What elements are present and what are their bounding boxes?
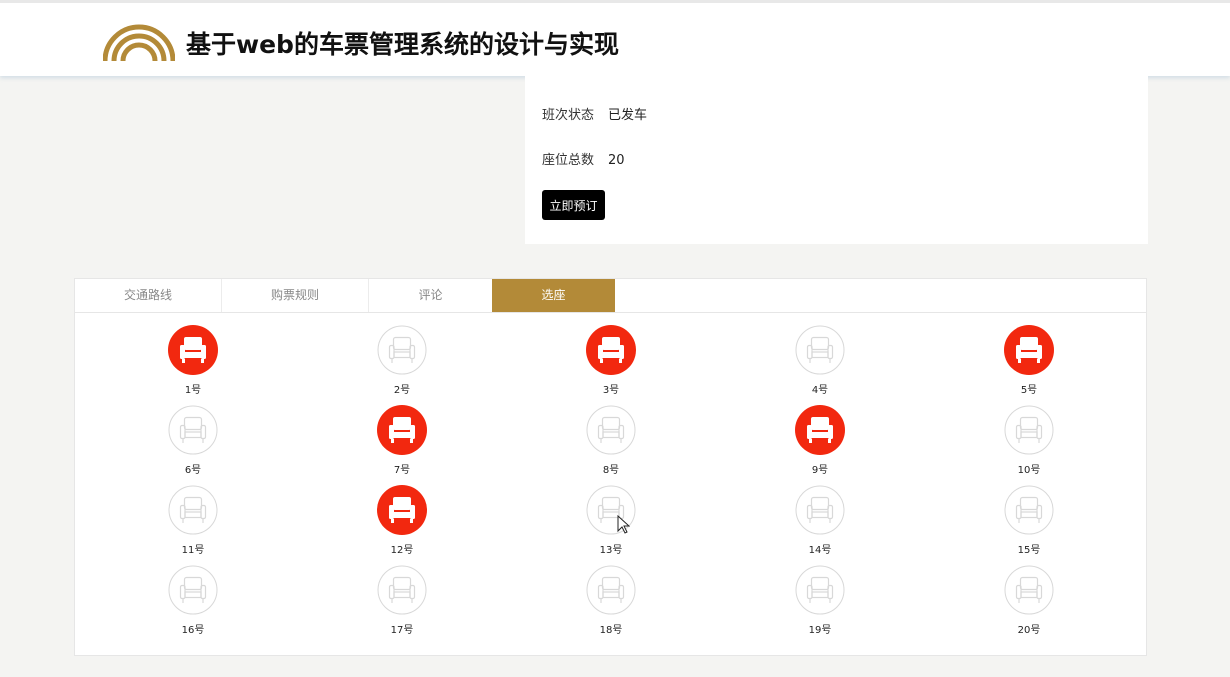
seat-11[interactable]: 11号 <box>153 485 233 561</box>
seat-10[interactable]: 10号 <box>989 405 1069 481</box>
seat-20[interactable]: 20号 <box>989 565 1069 641</box>
seat-1[interactable]: 1号 <box>153 325 233 401</box>
site-header: 基于web的车票管理系统的设计与实现 <box>0 0 1230 76</box>
seat-available-icon <box>1004 485 1054 535</box>
seat-13[interactable]: 13号 <box>571 485 651 561</box>
seat-label: 2号 <box>393 385 411 396</box>
seat-available-icon <box>795 565 845 615</box>
seat-label: 8号 <box>602 465 620 476</box>
seat-label: 12号 <box>390 545 414 556</box>
seat-available-icon <box>795 325 845 375</box>
seat-12[interactable]: 12号 <box>362 485 442 561</box>
seat-taken-icon <box>168 325 218 375</box>
seat-8[interactable]: 8号 <box>571 405 651 481</box>
seat-available-icon <box>377 565 427 615</box>
seat-19[interactable]: 19号 <box>780 565 860 641</box>
seat-taken-icon <box>377 485 427 535</box>
mouse-cursor-icon <box>617 515 630 534</box>
seat-label: 14号 <box>808 545 832 556</box>
seat-label: 5号 <box>1020 385 1038 396</box>
seat-taken-icon <box>586 325 636 375</box>
seat-label: 10号 <box>1017 465 1041 476</box>
seat-6[interactable]: 6号 <box>153 405 233 481</box>
seat-taken-icon <box>795 405 845 455</box>
logo-icon <box>103 24 175 61</box>
seat-label: 1号 <box>184 385 202 396</box>
seat-label: 4号 <box>811 385 829 396</box>
seat-4[interactable]: 4号 <box>780 325 860 401</box>
trip-status-value: 已发车 <box>608 108 648 123</box>
seat-label: 7号 <box>393 465 411 476</box>
seat-label: 3号 <box>602 385 620 396</box>
seat-label: 17号 <box>390 625 414 636</box>
seat-available-icon <box>1004 565 1054 615</box>
trip-status-row: 班次状态 已发车 <box>542 104 647 123</box>
seat-available-icon <box>377 325 427 375</box>
seat-5[interactable]: 5号 <box>989 325 1069 401</box>
detail-tabs-panel: 交通路线 购票规则 评论 选座 1号 2号 3号 4号 5号 6号 7号 8号 9号 10号 11号… <box>74 278 1147 656</box>
seat-15[interactable]: 15号 <box>989 485 1069 561</box>
tab-seat-selection[interactable]: 选座 <box>492 279 615 312</box>
seat-taken-icon <box>1004 325 1054 375</box>
seat-label: 6号 <box>184 465 202 476</box>
seat-18[interactable]: 18号 <box>571 565 651 641</box>
seat-available-icon <box>168 565 218 615</box>
seat-available-icon <box>586 565 636 615</box>
seat-available-icon <box>168 485 218 535</box>
seat-available-icon <box>168 405 218 455</box>
seat-available-icon <box>1004 405 1054 455</box>
seat-label: 20号 <box>1017 625 1041 636</box>
seat-taken-icon <box>377 405 427 455</box>
seat-17[interactable]: 17号 <box>362 565 442 641</box>
seat-available-icon <box>795 485 845 535</box>
seat-available-icon <box>586 405 636 455</box>
tab-rules[interactable]: 购票规则 <box>222 279 369 312</box>
seat-9[interactable]: 9号 <box>780 405 860 481</box>
seat-2[interactable]: 2号 <box>362 325 442 401</box>
seat-3[interactable]: 3号 <box>571 325 651 401</box>
tab-comments[interactable]: 评论 <box>369 279 492 312</box>
seat-16[interactable]: 16号 <box>153 565 233 641</box>
seat-count-label: 座位总数 <box>542 153 595 168</box>
seat-7[interactable]: 7号 <box>362 405 442 481</box>
seat-label: 11号 <box>181 545 205 556</box>
seat-label: 9号 <box>811 465 829 476</box>
seat-count-value: 20 <box>608 153 625 168</box>
trip-status-label: 班次状态 <box>542 108 595 123</box>
seat-count-row: 座位总数 20 <box>542 149 625 168</box>
seat-label: 19号 <box>808 625 832 636</box>
tab-route[interactable]: 交通路线 <box>75 279 222 312</box>
seat-label: 15号 <box>1017 545 1041 556</box>
seat-label: 13号 <box>599 545 623 556</box>
tab-bar: 交通路线 购票规则 评论 选座 <box>75 279 1146 313</box>
site-title: 基于web的车票管理系统的设计与实现 <box>186 30 619 59</box>
seat-label: 16号 <box>181 625 205 636</box>
book-now-button[interactable]: 立即预订 <box>542 190 605 220</box>
trip-info-card: 班次状态 已发车 座位总数 20 立即预订 <box>525 76 1148 244</box>
seat-label: 18号 <box>599 625 623 636</box>
seat-14[interactable]: 14号 <box>780 485 860 561</box>
